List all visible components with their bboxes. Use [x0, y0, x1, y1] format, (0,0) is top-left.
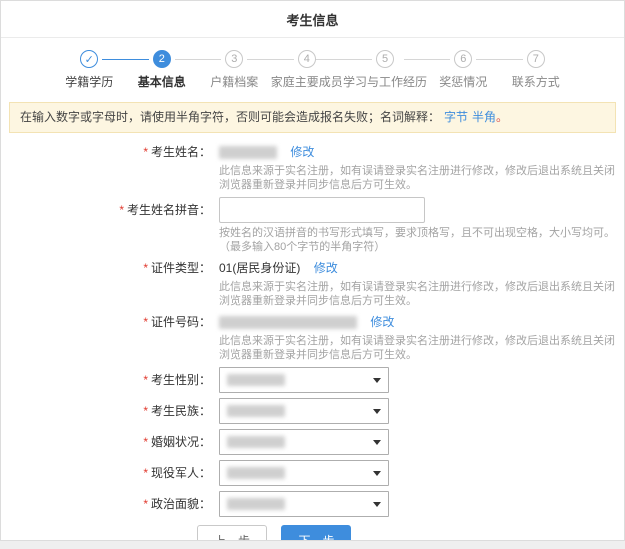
step-contact-info[interactable]: 7 联系方式 — [500, 50, 573, 90]
caret-down-icon — [373, 440, 381, 445]
field-help-text: 按姓名的汉语拼音的书写形式填写，要求顶格写，且不可出现空格，大小写均可。（最多输… — [219, 226, 615, 254]
step-label: 户籍档案 — [210, 73, 258, 90]
political-status-select[interactable] — [219, 491, 389, 517]
field-id-type: *证件类型： 01(居民身份证) 修改 此信息来源于实名注册，如有误请登录实名注… — [1, 259, 624, 308]
field-content: 修改 此信息来源于实名注册，如有误请登录实名注册进行修改，修改后退出系统且关闭浏… — [219, 143, 624, 192]
step-household-archive[interactable]: 3 户籍档案 — [198, 50, 271, 90]
notice-period: 。 — [496, 110, 508, 124]
field-ethnicity: *考生民族： — [1, 398, 624, 424]
field-help-text: 此信息来源于实名注册，如有误请登录实名注册进行修改，修改后退出系统且关闭浏览器重… — [219, 280, 615, 308]
field-label: *考生姓名拼音： — [1, 197, 219, 254]
redacted-select-value — [227, 467, 285, 479]
required-marker: * — [143, 261, 148, 275]
redacted-select-value — [227, 436, 285, 448]
required-marker: * — [143, 373, 148, 387]
field-gender: *考生性别： — [1, 367, 624, 393]
field-label: *婚姻状况： — [1, 429, 219, 455]
caret-down-icon — [373, 409, 381, 414]
modify-id-number-link[interactable]: 修改 — [370, 315, 394, 329]
required-marker: * — [143, 145, 148, 159]
stepper: ✓ 学籍学历 2 基本信息 3 户籍档案 4 家庭主要成员 5 学习与工作经历 … — [1, 38, 624, 100]
field-political-status: *政治面貌： — [1, 491, 624, 517]
field-military-service: *现役军人： — [1, 460, 624, 486]
step-rewards-punishments[interactable]: 6 奖惩情况 — [427, 50, 500, 90]
caret-down-icon — [373, 378, 381, 383]
field-content: 修改 此信息来源于实名注册，如有误请登录实名注册进行修改，修改后退出系统且关闭浏… — [219, 313, 624, 362]
notice-text: 在输入数字或字母时，请使用半角字符，否则可能会造成报名失败；名词解释： — [20, 110, 440, 124]
field-id-number: *证件号码： 修改 此信息来源于实名注册，如有误请登录实名注册进行修改，修改后退… — [1, 313, 624, 362]
field-name-pinyin: *考生姓名拼音： 按姓名的汉语拼音的书写形式填写，要求顶格写，且不可出现空格，大… — [1, 197, 624, 254]
field-content — [219, 398, 624, 424]
redacted-select-value — [227, 374, 285, 386]
field-content: 01(居民身份证) 修改 此信息来源于实名注册，如有误请登录实名注册进行修改，修… — [219, 259, 624, 308]
redacted-select-value — [227, 498, 285, 510]
id-type-value: 01(居民身份证) — [219, 261, 300, 275]
notice-link-byte[interactable]: 字节 — [444, 110, 468, 124]
step-number: 3 — [225, 50, 243, 68]
step-label: 学习与工作经历 — [343, 73, 427, 90]
field-label: *考生性别： — [1, 367, 219, 393]
field-label: *现役军人： — [1, 460, 219, 486]
field-candidate-name: *考生姓名： 修改 此信息来源于实名注册，如有误请登录实名注册进行修改，修改后退… — [1, 143, 624, 192]
required-marker: * — [119, 203, 124, 217]
redacted-name-value — [219, 146, 277, 159]
form-actions: 上一步 下一步 — [197, 525, 624, 541]
step-label: 家庭主要成员 — [271, 73, 343, 90]
step-number: 5 — [376, 50, 394, 68]
step-basic-info[interactable]: 2 基本信息 — [126, 50, 199, 90]
previous-step-button[interactable]: 上一步 — [197, 525, 267, 541]
caret-down-icon — [373, 471, 381, 476]
redacted-select-value — [227, 405, 285, 417]
step-label: 学籍学历 — [65, 73, 113, 90]
check-icon: ✓ — [80, 50, 98, 68]
modify-id-type-link[interactable]: 修改 — [314, 261, 338, 275]
basic-info-form: *考生姓名： 修改 此信息来源于实名注册，如有误请登录实名注册进行修改，修改后退… — [1, 133, 624, 541]
step-number: 2 — [153, 50, 171, 68]
step-study-work-history[interactable]: 5 学习与工作经历 — [343, 50, 427, 90]
field-content — [219, 429, 624, 455]
pinyin-input[interactable] — [219, 197, 425, 223]
step-number: 6 — [454, 50, 472, 68]
field-content — [219, 460, 624, 486]
step-school-record[interactable]: ✓ 学籍学历 — [53, 50, 126, 90]
step-label: 基本信息 — [138, 73, 186, 90]
field-label: *政治面貌： — [1, 491, 219, 517]
field-help-text: 此信息来源于实名注册，如有误请登录实名注册进行修改，修改后退出系统且关闭浏览器重… — [219, 164, 615, 192]
modify-name-link[interactable]: 修改 — [290, 145, 314, 159]
caret-down-icon — [373, 502, 381, 507]
required-marker: * — [143, 497, 148, 511]
required-marker: * — [143, 435, 148, 449]
step-number: 4 — [298, 50, 316, 68]
halfwidth-notice-bar: 在输入数字或字母时，请使用半角字符，否则可能会造成报名失败；名词解释： 字节半角。 — [9, 102, 616, 133]
notice-link-halfwidth[interactable]: 半角 — [472, 110, 496, 124]
candidate-info-panel: 考生信息 ✓ 学籍学历 2 基本信息 3 户籍档案 4 家庭主要成员 5 学习与… — [0, 0, 625, 541]
field-label: *证件号码： — [1, 313, 219, 362]
redacted-id-number-value — [219, 316, 357, 329]
marital-status-select[interactable] — [219, 429, 389, 455]
ethnicity-select[interactable] — [219, 398, 389, 424]
next-step-button[interactable]: 下一步 — [281, 525, 351, 541]
step-label: 奖惩情况 — [439, 73, 487, 90]
step-label: 联系方式 — [512, 73, 560, 90]
required-marker: * — [143, 466, 148, 480]
field-help-text: 此信息来源于实名注册，如有误请登录实名注册进行修改，修改后退出系统且关闭浏览器重… — [219, 334, 615, 362]
step-number: 7 — [527, 50, 545, 68]
field-content — [219, 491, 624, 517]
field-label: *考生姓名： — [1, 143, 219, 192]
required-marker: * — [143, 315, 148, 329]
field-content: 按姓名的汉语拼音的书写形式填写，要求顶格写，且不可出现空格，大小写均可。（最多输… — [219, 197, 624, 254]
field-label: *证件类型： — [1, 259, 219, 308]
required-marker: * — [143, 404, 148, 418]
field-content — [219, 367, 624, 393]
step-family-members[interactable]: 4 家庭主要成员 — [271, 50, 344, 90]
field-label: *考生民族： — [1, 398, 219, 424]
page-title: 考生信息 — [1, 1, 624, 38]
gender-select[interactable] — [219, 367, 389, 393]
field-marital-status: *婚姻状况： — [1, 429, 624, 455]
military-service-select[interactable] — [219, 460, 389, 486]
